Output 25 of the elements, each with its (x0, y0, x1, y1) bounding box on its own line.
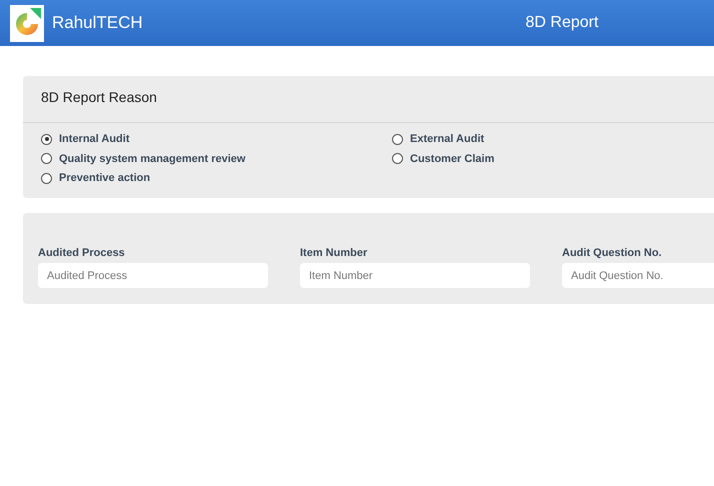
option-label: Quality system management review (59, 152, 246, 166)
option-label: Customer Claim (410, 152, 494, 166)
radio-option[interactable]: Preventive action (41, 170, 392, 186)
option-label: Internal Audit (59, 132, 130, 147)
field-label: Audit Question No. (562, 246, 663, 260)
logo-icon (10, 4, 44, 42)
input-field[interactable]: Item Number (300, 263, 530, 288)
radio-option[interactable]: Customer Claim (392, 150, 714, 167)
input-field[interactable]: Audit Question No. (562, 263, 714, 288)
page-title: 8D Report (526, 14, 598, 31)
radio-button[interactable] (41, 153, 52, 164)
radio-button[interactable] (41, 172, 52, 184)
radio-button[interactable] (41, 134, 52, 145)
radio-option[interactable]: Quality system management review (41, 150, 392, 167)
option-label: External Audit (410, 132, 484, 147)
field-label: Item Number (300, 246, 368, 260)
radio-option[interactable]: External Audit (392, 131, 714, 148)
panel-title: 8D Report Reason (41, 89, 157, 105)
field-label: Audited Process (38, 246, 126, 260)
option-label: Preventive action (59, 171, 150, 186)
input-field[interactable]: Audited Process (38, 263, 268, 288)
radio-option[interactable]: Internal Audit (41, 131, 392, 148)
radio-button[interactable] (392, 153, 403, 164)
radio-button[interactable] (392, 134, 403, 145)
brand-name: RahulTECH (52, 12, 143, 34)
